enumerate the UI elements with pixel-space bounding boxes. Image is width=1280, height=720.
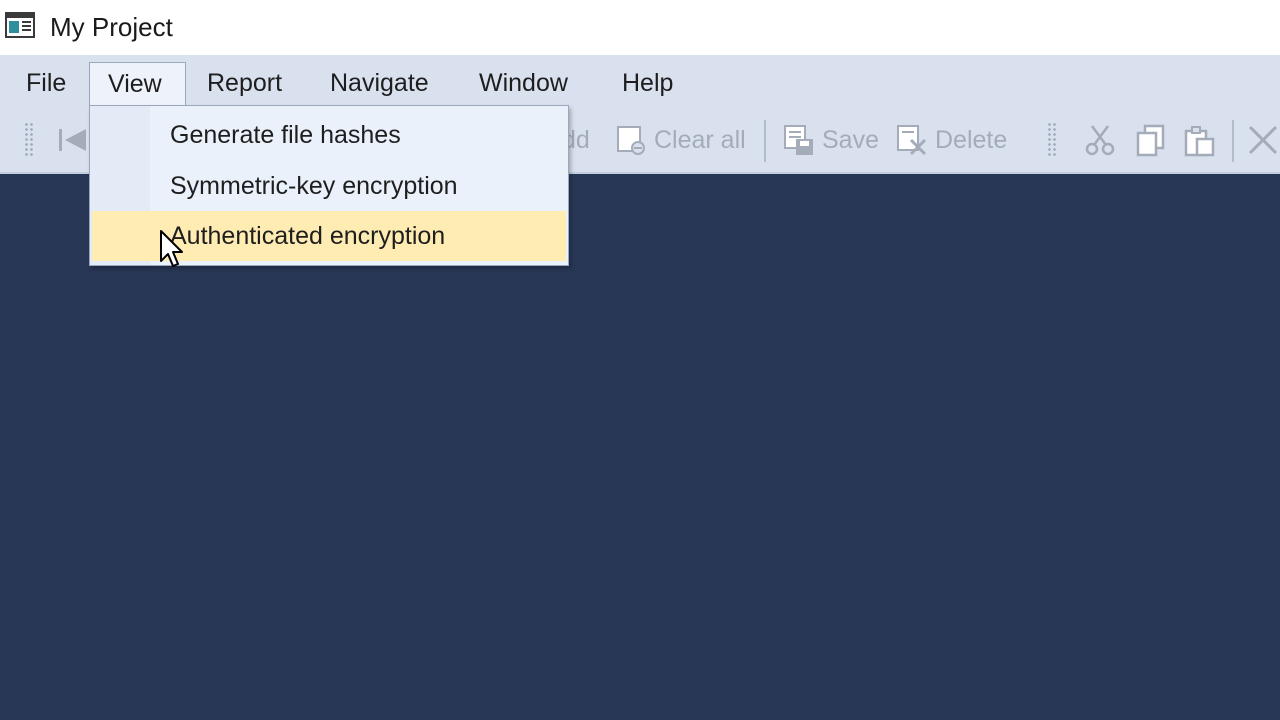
delete-icon	[897, 125, 927, 156]
save-button[interactable]: Save	[782, 120, 879, 160]
mouse-pointer-icon	[160, 230, 183, 267]
clear-all-label: Clear all	[654, 125, 746, 154]
close-button[interactable]	[1246, 120, 1280, 160]
menu-file[interactable]: File	[8, 62, 84, 104]
window-title: My Project	[50, 12, 173, 42]
menu-report[interactable]: Report	[189, 62, 300, 104]
application-window: My Project File View Report Navigate Win…	[0, 0, 1280, 720]
clear-all-icon	[617, 126, 645, 155]
skip-first-icon	[59, 129, 86, 151]
window-app-icon	[5, 12, 35, 38]
toolbar-grip[interactable]	[24, 122, 34, 158]
save-icon	[784, 125, 813, 155]
menu-navigate[interactable]: Navigate	[312, 62, 447, 104]
menu-item-symmetric-key-encryption[interactable]: Symmetric-key encryption	[92, 161, 566, 211]
delete-button[interactable]: Delete	[895, 120, 1007, 160]
copy-button[interactable]	[1134, 120, 1168, 160]
toolbar-separator	[764, 120, 766, 162]
copy-icon	[1136, 124, 1165, 157]
save-label: Save	[822, 125, 879, 154]
toolbar-grip[interactable]	[1047, 122, 1057, 158]
toolbar-separator	[1232, 120, 1234, 162]
menu-window[interactable]: Window	[461, 62, 586, 104]
clear-all-button[interactable]: Clear all	[614, 120, 746, 160]
scissors-icon	[1085, 125, 1115, 156]
delete-label: Delete	[935, 125, 1008, 154]
title-bar: My Project	[0, 0, 1280, 55]
menu-help[interactable]: Help	[604, 62, 691, 104]
menu-bar: File View Report Navigate Window Help	[0, 55, 1280, 114]
paste-button[interactable]	[1182, 120, 1216, 160]
paste-icon	[1184, 126, 1215, 157]
close-icon	[1248, 125, 1278, 155]
first-button[interactable]	[56, 120, 90, 160]
menu-item-generate-file-hashes[interactable]: Generate file hashes	[92, 110, 566, 160]
cut-button[interactable]	[1083, 120, 1117, 160]
